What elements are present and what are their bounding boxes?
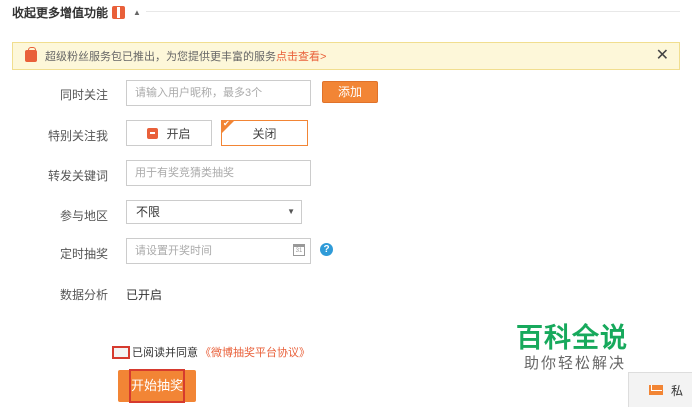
schedule-input[interactable] [126,238,311,264]
collapse-title: 收起更多增值功能 [12,5,109,20]
schedule-label: 定时抽奖 [59,247,108,261]
follow-input[interactable] [126,80,311,106]
region-value: 不限 [136,205,161,219]
chevron-down-icon: ▼ [287,207,295,216]
agreement-text: 已阅读并同意 [132,347,198,359]
start-button-highlight [129,369,185,403]
keyword-label: 转发关键词 [47,169,108,183]
region-select[interactable]: 不限 ▼ [126,200,302,224]
check-icon: ✔ [223,119,230,128]
notice-banner: 超级粉丝服务包已推出，为您提供更丰富的服务 点击查看> ✕ [12,42,680,70]
notice-link[interactable]: 点击查看> [276,48,326,64]
collapse-divider [146,11,680,12]
notice-text: 超级粉丝服务包已推出，为您提供更丰富的服务 [45,51,276,63]
region-label: 参与地区 [59,209,108,223]
agreement-checkbox[interactable] [112,345,130,359]
special-follow-label: 特别关注我 [47,129,108,143]
mail-icon [649,385,663,395]
private-message-label: 私 [671,383,684,398]
gift-bag-icon [25,47,37,62]
gift-icon [112,5,126,19]
on-option-label: 开启 [166,126,191,141]
watermark-title: 百科全说 [516,323,628,353]
gift-bag-icon [147,127,159,139]
collapse-bar[interactable]: 收起更多增值功能 ▲ [12,4,141,20]
private-message-tab[interactable]: 私 [628,372,692,407]
follow-label: 同时关注 [59,88,108,102]
special-follow-on-option[interactable]: 开启 [126,120,212,146]
collapse-arrow-icon[interactable]: ▲ [133,8,141,17]
calendar-icon[interactable]: 31 [293,244,305,256]
analysis-value: 已开启 [126,288,163,302]
add-button[interactable]: 添加 [322,81,378,103]
off-option-label: 关闭 [252,126,277,141]
keyword-input[interactable] [126,160,311,186]
analysis-label: 数据分析 [59,288,108,302]
agreement-row: 已阅读并同意 《微博抽奖平台协议》 [112,344,310,360]
watermark-subtitle: 助你轻松解决 [524,355,627,372]
agreement-link[interactable]: 《微博抽奖平台协议》 [200,344,310,360]
schedule-field[interactable]: 31 [126,238,311,264]
special-follow-off-option[interactable]: ✔ 关闭 [221,119,308,146]
help-icon[interactable]: ? [320,243,333,256]
close-icon[interactable]: ✕ [656,47,669,65]
